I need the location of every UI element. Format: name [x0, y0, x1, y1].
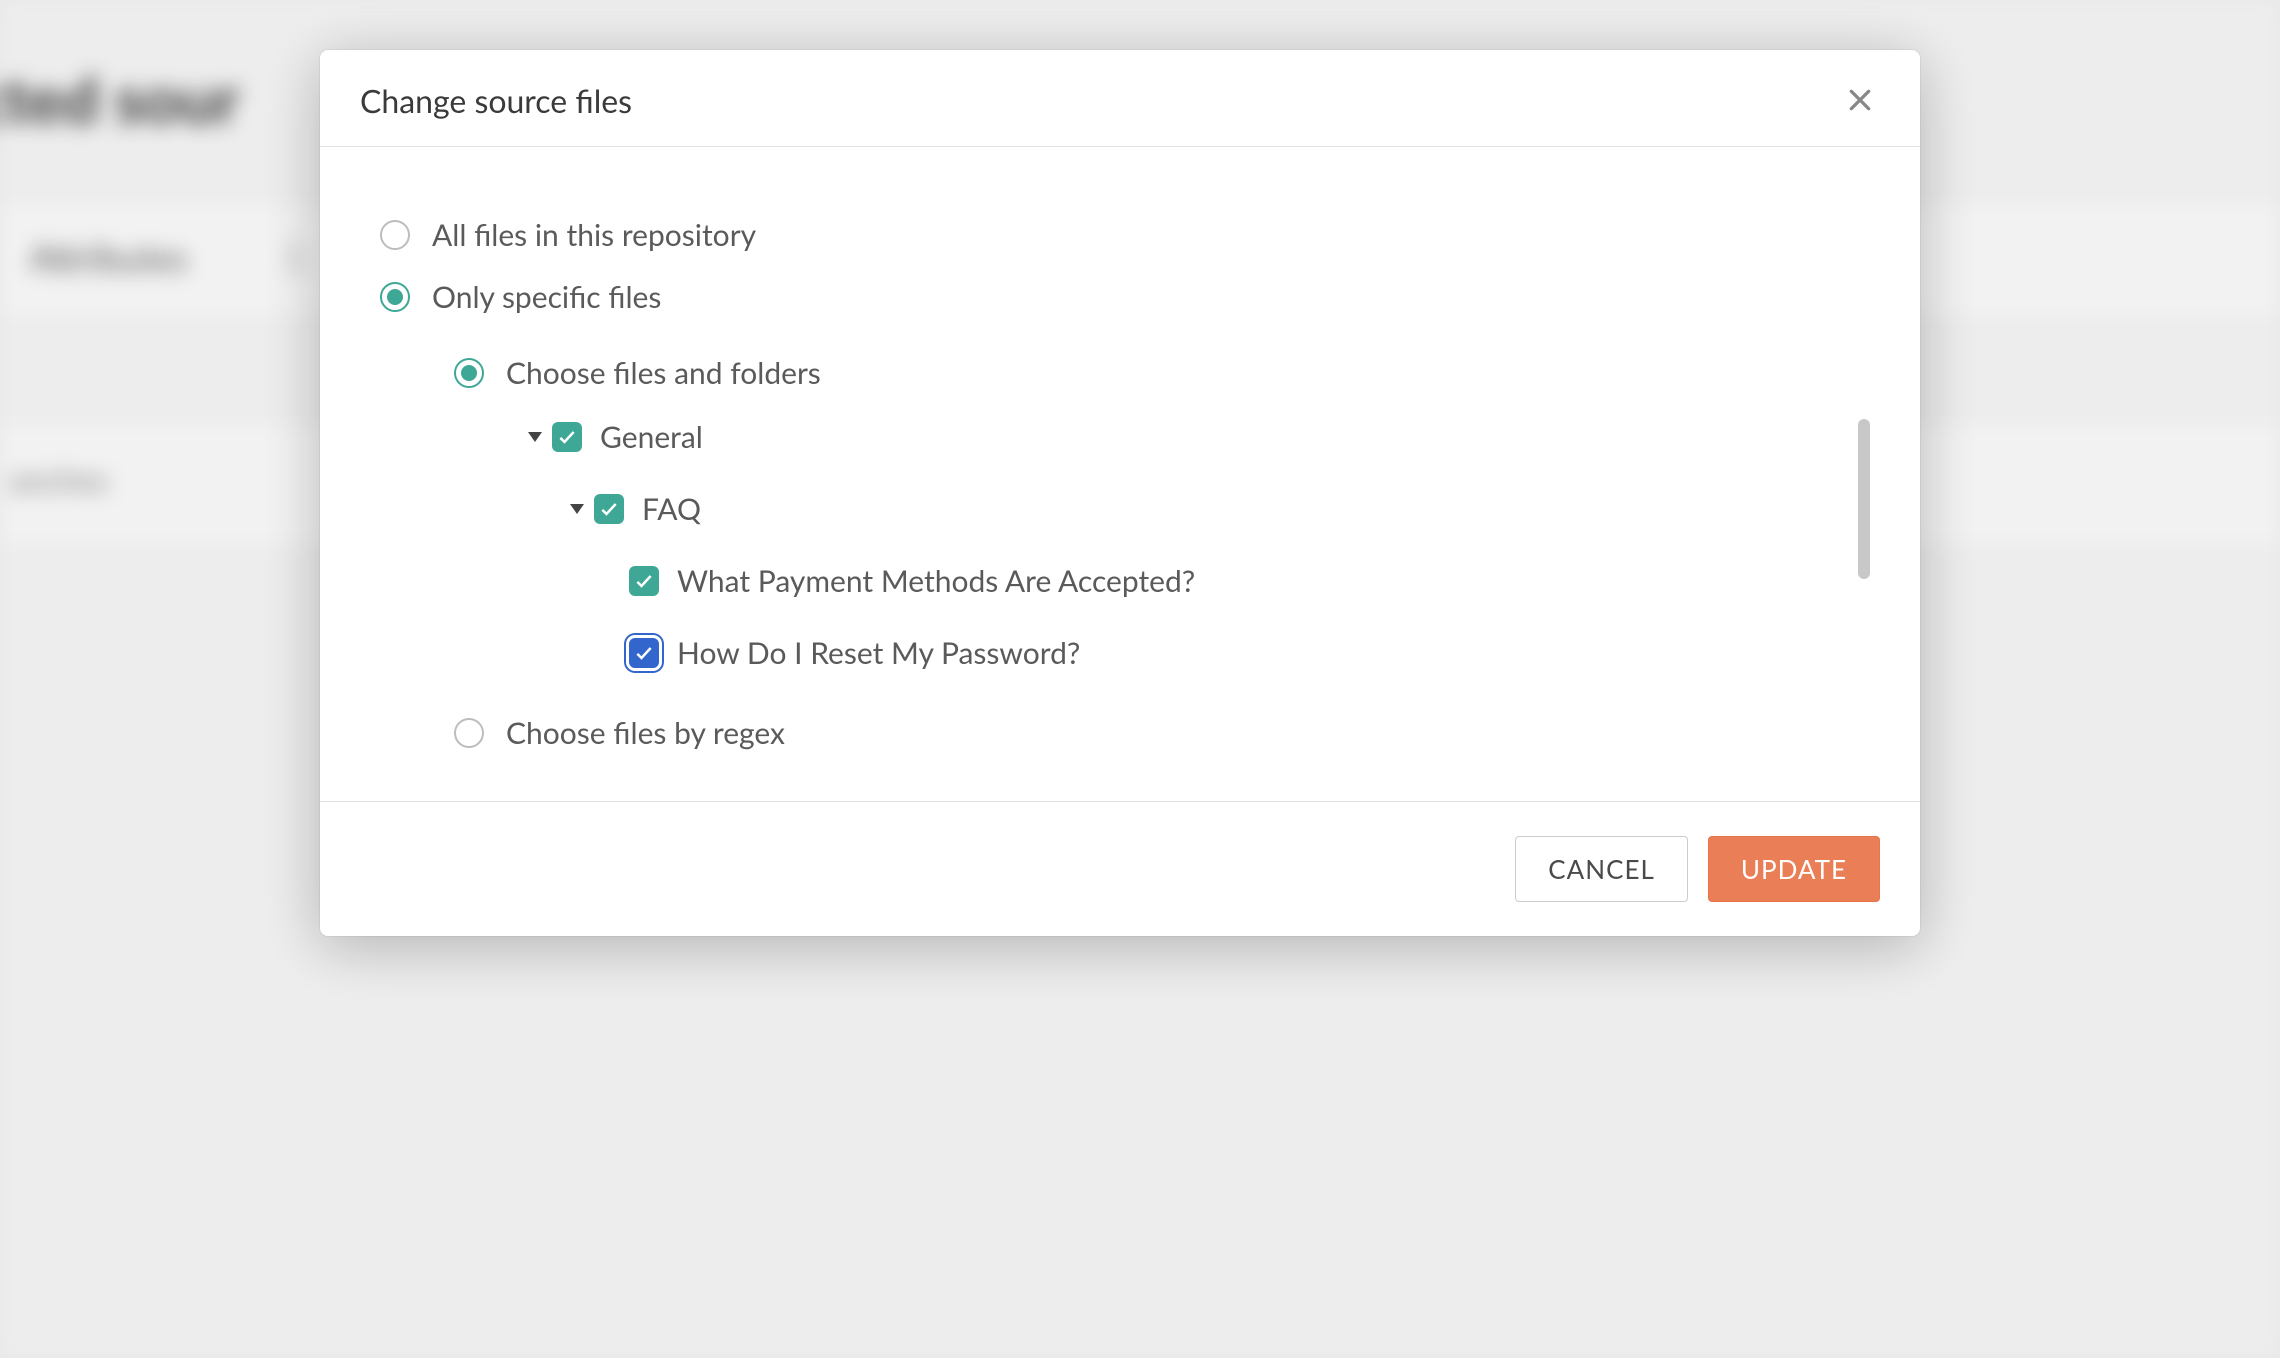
radio-label: Choose files and folders [506, 355, 821, 391]
update-button[interactable]: UPDATE [1708, 836, 1880, 902]
checkbox[interactable] [594, 494, 624, 524]
scope-option-specific-files[interactable]: Only specific files [380, 279, 1860, 315]
modal-header: Change source files [320, 50, 1920, 147]
method-option-choose-tree[interactable]: Choose files and folders [454, 355, 1860, 391]
modal-footer: CANCEL UPDATE [320, 801, 1920, 936]
tree-node-label: How Do I Reset My Password? [677, 635, 1080, 671]
caret-icon[interactable] [570, 504, 584, 514]
radio-label: All files in this repository [432, 217, 756, 253]
close-icon [1847, 87, 1873, 113]
tree-node-label: FAQ [642, 491, 701, 527]
checkbox[interactable] [629, 566, 659, 596]
tree-node-reset-password[interactable]: How Do I Reset My Password? [528, 635, 1820, 671]
check-icon [634, 643, 654, 663]
scope-option-all-files[interactable]: All files in this repository [380, 217, 1860, 253]
radio-icon [454, 358, 484, 388]
file-tree: General FAQ What Payment Met [528, 419, 1860, 671]
close-button[interactable] [1840, 80, 1880, 120]
specific-files-subgroup: Choose files and folders General [454, 355, 1860, 751]
check-icon [634, 571, 654, 591]
radio-icon [454, 718, 484, 748]
tree-node-general[interactable]: General [528, 419, 1820, 455]
radio-icon [380, 282, 410, 312]
scrollbar-thumb[interactable] [1858, 419, 1870, 579]
tree-scrollbar[interactable] [1858, 419, 1870, 759]
caret-icon[interactable] [528, 432, 542, 442]
radio-label: Only specific files [432, 279, 661, 315]
tree-node-faq[interactable]: FAQ [528, 491, 1820, 527]
check-icon [557, 427, 577, 447]
cancel-button[interactable]: CANCEL [1515, 836, 1688, 902]
tree-node-label: What Payment Methods Are Accepted? [677, 563, 1195, 599]
tree-node-payment-methods[interactable]: What Payment Methods Are Accepted? [528, 563, 1820, 599]
radio-icon [380, 220, 410, 250]
check-icon [599, 499, 619, 519]
modal-body: All files in this repository Only specif… [320, 147, 1920, 801]
modal-title: Change source files [360, 81, 632, 120]
checkbox[interactable] [629, 638, 659, 668]
change-source-files-modal: Change source files All files in this re… [320, 50, 1920, 936]
tree-node-label: General [600, 419, 703, 455]
radio-label: Choose files by regex [506, 715, 785, 751]
checkbox[interactable] [552, 422, 582, 452]
method-option-choose-regex[interactable]: Choose files by regex [454, 715, 1860, 751]
